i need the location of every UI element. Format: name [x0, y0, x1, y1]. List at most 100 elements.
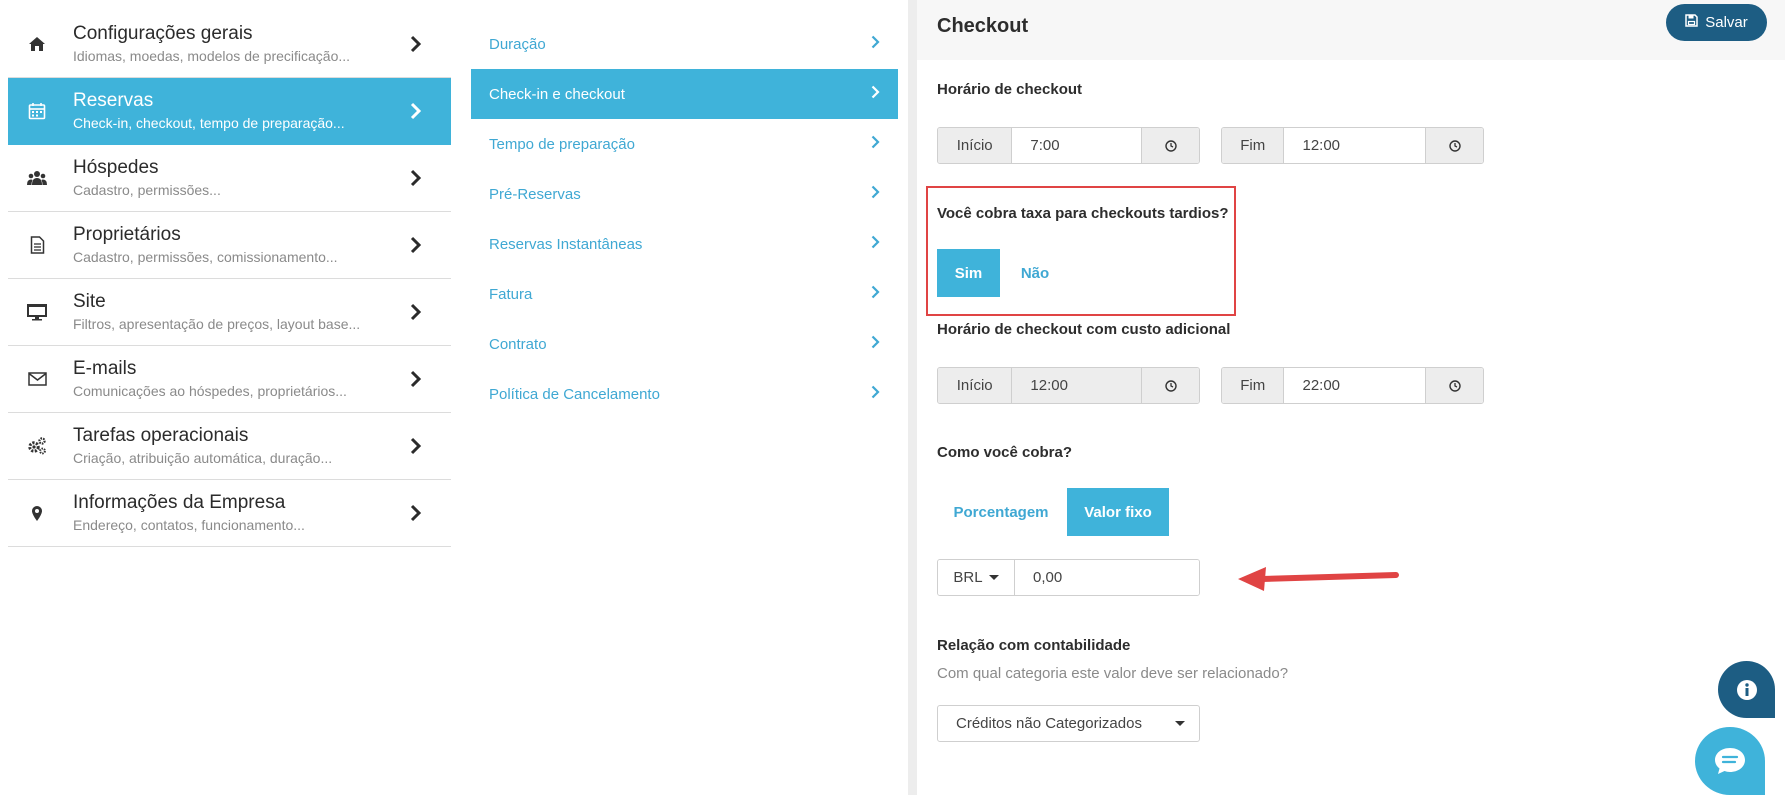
subnav-item-fatura[interactable]: Fatura — [471, 269, 898, 319]
home-icon — [8, 36, 66, 52]
sidebar-item-title: Hóspedes — [73, 157, 159, 178]
extra-end-input[interactable]: 22:00 — [1284, 368, 1426, 403]
sidebar-item-general[interactable]: Configurações gerais Idiomas, moedas, mo… — [8, 11, 451, 78]
checkout-end-input[interactable]: 12:00 — [1284, 128, 1426, 163]
checkout-end-group: Fim 12:00 — [1221, 127, 1484, 164]
users-icon — [8, 170, 66, 186]
page-title: Checkout — [937, 15, 1029, 37]
reservas-subnav: Duração Check-in e checkout Tempo de pre… — [471, 19, 898, 419]
charge-method-question: Como você cobra? — [937, 444, 1073, 461]
extra-start-input[interactable]: 12:00 — [1012, 368, 1142, 403]
subnav-item-label: Check-in e checkout — [489, 85, 625, 103]
caret-down-icon — [988, 575, 999, 580]
caret-down-icon — [1175, 721, 1185, 726]
sidebar-item-hospedes[interactable]: Hóspedes Cadastro, permissões... — [8, 145, 451, 212]
chevron-right-icon — [401, 35, 431, 53]
accounting-hint: Com qual categoria este valor deve ser r… — [937, 665, 1289, 682]
chevron-right-icon — [871, 235, 880, 253]
sidebar-item-title: Informações da Empresa — [73, 492, 286, 513]
sidebar-item-title: Proprietários — [73, 224, 181, 245]
settings-sidebar: Configurações gerais Idiomas, moedas, mo… — [8, 11, 451, 547]
sidebar-item-subtitle: Comunicações ao hóspedes, proprietários.… — [73, 383, 347, 399]
monitor-icon — [8, 303, 66, 321]
checkout-start-input[interactable]: 7:00 — [1012, 128, 1142, 163]
chevron-right-icon — [871, 35, 880, 53]
subnav-item-reservas-instantaneas[interactable]: Reservas Instantâneas — [471, 219, 898, 269]
chevron-right-icon — [871, 335, 880, 353]
envelope-icon — [8, 372, 66, 386]
fixed-amount-group: BRL 0,00 — [937, 559, 1200, 596]
sidebar-item-subtitle: Cadastro, permissões... — [73, 182, 221, 198]
map-pin-icon — [8, 505, 66, 522]
gears-icon — [8, 437, 66, 455]
chevron-right-icon — [401, 504, 431, 522]
subnav-item-duracao[interactable]: Duração — [471, 19, 898, 69]
subnav-item-tempo-preparacao[interactable]: Tempo de preparação — [471, 119, 898, 169]
sidebar-item-title: Reservas — [73, 90, 154, 111]
chevron-right-icon — [401, 236, 431, 254]
sidebar-item-subtitle: Endereço, contatos, funcionamento... — [73, 517, 305, 533]
panel-header: Checkout Salvar — [917, 0, 1785, 60]
subnav-item-label: Duração — [489, 35, 546, 53]
save-button[interactable]: Salvar — [1666, 4, 1767, 41]
chevron-right-icon — [401, 169, 431, 187]
chat-button[interactable] — [1695, 727, 1765, 795]
subnav-item-contrato[interactable]: Contrato — [471, 319, 898, 369]
sidebar-item-empresa[interactable]: Informações da Empresa Endereço, contato… — [8, 480, 451, 547]
chevron-right-icon — [871, 85, 880, 103]
sidebar-item-emails[interactable]: E-mails Comunicações ao hóspedes, propri… — [8, 346, 451, 413]
checkout-start-group: Início 7:00 — [937, 127, 1200, 164]
chat-bubble-icon — [1715, 748, 1745, 774]
extra-start-label: Início — [938, 368, 1013, 403]
save-button-label: Salvar — [1705, 14, 1748, 31]
subnav-item-label: Fatura — [489, 285, 533, 303]
chevron-right-icon — [401, 370, 431, 388]
extra-start-group: Início 12:00 — [937, 367, 1200, 404]
clock-icon[interactable] — [1425, 368, 1483, 403]
chevron-right-icon — [401, 437, 431, 455]
chevron-right-icon — [871, 385, 880, 403]
sidebar-item-tarefas[interactable]: Tarefas operacionais Criação, atribuição… — [8, 413, 451, 480]
annotation-arrow-icon — [1238, 567, 1399, 591]
clock-icon[interactable] — [1425, 128, 1483, 163]
amount-input[interactable]: 0,00 — [1015, 560, 1199, 595]
charge-percent-button[interactable]: Porcentagem — [937, 488, 1065, 536]
sidebar-item-site[interactable]: Site Filtros, apresentação de preços, la… — [8, 279, 451, 346]
sidebar-item-subtitle: Cadastro, permissões, comissionamento... — [73, 249, 338, 265]
chevron-right-icon — [871, 285, 880, 303]
late-fee-yes-button[interactable]: Sim — [937, 249, 1000, 297]
accounting-label: Relação com contabilidade — [937, 637, 1131, 654]
sidebar-item-subtitle: Check-in, checkout, tempo de preparação.… — [73, 115, 345, 131]
clock-icon[interactable] — [1141, 368, 1199, 403]
checkout-start-label: Início — [938, 128, 1013, 163]
currency-value: BRL — [953, 569, 983, 586]
document-icon — [8, 236, 66, 254]
chevron-right-icon — [401, 303, 431, 321]
subnav-item-label: Reservas Instantâneas — [489, 235, 643, 253]
clock-icon[interactable] — [1141, 128, 1199, 163]
sidebar-item-reservas[interactable]: Reservas Check-in, checkout, tempo de pr… — [8, 78, 451, 145]
subnav-item-politica-cancelamento[interactable]: Política de Cancelamento — [471, 369, 898, 419]
currency-dropdown[interactable]: BRL — [938, 560, 1015, 595]
subnav-item-label: Política de Cancelamento — [489, 385, 660, 403]
accounting-selected-value: Créditos não Categorizados — [956, 715, 1142, 732]
charge-fixed-button[interactable]: Valor fixo — [1067, 488, 1169, 536]
checkout-time-label: Horário de checkout — [937, 81, 1083, 98]
sidebar-item-subtitle: Criação, atribuição automática, duração.… — [73, 450, 333, 466]
subnav-item-label: Pré-Reservas — [489, 185, 581, 203]
chevron-right-icon — [401, 102, 431, 120]
info-button[interactable] — [1718, 661, 1775, 718]
sidebar-item-title: Configurações gerais — [73, 23, 253, 44]
subnav-item-pre-reservas[interactable]: Pré-Reservas — [471, 169, 898, 219]
sidebar-item-proprietarios[interactable]: Proprietários Cadastro, permissões, comi… — [8, 212, 451, 279]
sidebar-item-subtitle: Idiomas, moedas, modelos de precificação… — [73, 48, 351, 64]
sidebar-item-title: Tarefas operacionais — [73, 425, 249, 446]
info-icon — [1736, 679, 1757, 700]
subnav-item-label: Contrato — [489, 335, 547, 353]
panel-divider — [908, 0, 917, 795]
accounting-category-select[interactable]: Créditos não Categorizados — [937, 705, 1200, 742]
late-fee-no-button[interactable]: Não — [1004, 249, 1066, 297]
calendar-icon — [8, 102, 66, 120]
subnav-item-checkin-checkout[interactable]: Check-in e checkout — [471, 69, 898, 119]
subnav-item-label: Tempo de preparação — [489, 135, 635, 153]
